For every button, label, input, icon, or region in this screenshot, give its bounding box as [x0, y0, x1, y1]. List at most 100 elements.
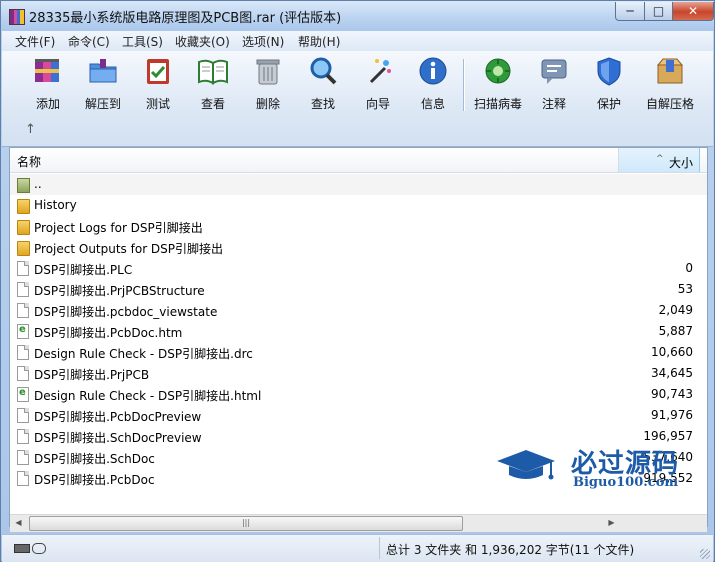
file-size: 2,049: [658, 303, 693, 317]
file-row[interactable]: History: [10, 195, 707, 216]
column-header-size[interactable]: ^ 大小: [619, 148, 700, 172]
column-header-name[interactable]: 名称: [10, 148, 619, 172]
file-size: 34,645: [651, 366, 693, 380]
protect-label: 保护: [596, 97, 621, 111]
file-name: Design Rule Check - DSP引脚接出.html: [34, 389, 262, 403]
file-row[interactable]: DSP引脚接出.PcbDocPreview 91,976: [10, 405, 707, 426]
file-icon: [17, 282, 29, 297]
sfx-button[interactable]: 自解压格: [644, 54, 696, 112]
file-size: 91,976: [651, 408, 693, 422]
delete-button[interactable]: 删除: [242, 54, 294, 112]
close-button[interactable]: ✕: [672, 2, 714, 21]
file-name: DSP引脚接出.PrjPCBStructure: [34, 284, 205, 298]
file-size: 5,887: [658, 324, 693, 338]
minimize-button[interactable]: ─: [615, 2, 645, 21]
maximize-button[interactable]: □: [644, 2, 673, 21]
winrar-app-icon: [9, 9, 25, 25]
find-button[interactable]: 查找: [297, 54, 349, 112]
parent-folder-icon: [17, 178, 30, 193]
column-size-label: 大小: [668, 156, 693, 170]
file-name: History: [34, 198, 77, 212]
test-button[interactable]: 测试: [132, 54, 184, 112]
file-size: 53: [677, 282, 693, 296]
protect-button[interactable]: 保护: [583, 54, 635, 112]
wizard-button[interactable]: 向导: [352, 54, 404, 112]
watermark: 必过源码 Biguo100.com: [495, 443, 695, 495]
extract-button[interactable]: 解压到: [77, 54, 129, 112]
menu-bar: 文件(F) 命令(C) 工具(S) 收藏夹(O) 选项(N) 帮助(H): [2, 31, 713, 51]
file-row[interactable]: Design Rule Check - DSP引脚接出.drc 10,660: [10, 342, 707, 363]
virus-scan-icon: [485, 58, 511, 84]
folder-icon: [17, 220, 30, 235]
file-name: DSP引脚接出.PcbDoc.htm: [34, 326, 183, 340]
file-row[interactable]: e Design Rule Check - DSP引脚接出.html 90,743: [10, 384, 707, 405]
file-name: DSP引脚接出.PrjPCB: [34, 368, 150, 382]
file-name: DSP引脚接出.SchDoc: [34, 452, 155, 466]
menu-options[interactable]: 选项(N): [242, 33, 284, 50]
file-row[interactable]: Project Outputs for DSP引脚接出: [10, 237, 707, 258]
file-icon: [17, 471, 29, 486]
file-name: DSP引脚接出.PcbDoc: [34, 473, 155, 487]
winrar-window: 28335最小系统版电路原理图及PCB图.rar (评估版本) ─ □ ✕ 文件…: [0, 0, 715, 562]
file-name: Project Logs for DSP引脚接出: [34, 221, 203, 235]
file-row[interactable]: DSP引脚接出.PrjPCBStructure 53: [10, 279, 707, 300]
file-row[interactable]: DSP引脚接出.PrjPCB 34,645: [10, 363, 707, 384]
file-size: 10,660: [651, 345, 693, 359]
extract-folder-icon: [89, 59, 117, 83]
file-row[interactable]: Project Logs for DSP引脚接出: [10, 216, 707, 237]
view-book-icon: [198, 59, 228, 85]
scroll-right-icon[interactable]: ▶: [603, 515, 620, 531]
menu-favorites[interactable]: 收藏夹(O): [175, 33, 230, 50]
comment-button[interactable]: 注释: [528, 54, 580, 112]
file-name: Design Rule Check - DSP引脚接出.drc: [34, 347, 253, 361]
magnifier-icon: [310, 57, 337, 85]
virus-scan-label: 扫描病毒: [473, 97, 522, 111]
html-file-icon: e: [17, 387, 29, 402]
file-name: DSP引脚接出.SchDocPreview: [34, 431, 202, 445]
add-button[interactable]: 添加: [22, 54, 74, 112]
file-row[interactable]: e DSP引脚接出.PcbDoc.htm 5,887: [10, 321, 707, 342]
scroll-left-icon[interactable]: ◀: [10, 515, 27, 531]
horizontal-scrollbar[interactable]: ◀ ||| ▶: [10, 514, 707, 532]
scroll-thumb[interactable]: |||: [29, 516, 463, 531]
file-size: 90,743: [651, 387, 693, 401]
watermark-en-text: Biguo100.com: [573, 475, 679, 490]
list-header: 名称 ^ 大小: [10, 148, 707, 173]
sfx-label: 自解压格: [645, 97, 694, 111]
add-archive-icon: [35, 59, 59, 82]
file-name: ..: [34, 177, 42, 191]
menu-help[interactable]: 帮助(H): [298, 33, 340, 50]
file-icon: [17, 408, 29, 423]
file-row[interactable]: DSP引脚接出.PLC 0: [10, 258, 707, 279]
test-clipboard-icon: [147, 59, 169, 84]
menu-commands[interactable]: 命令(C): [68, 33, 110, 50]
file-icon: [17, 429, 29, 444]
file-name: DSP引脚接出.PLC: [34, 263, 133, 277]
toolbar: 添加 解压到 测试 查看 删除 查找 向导 信息 扫描病毒 注释 保护 自解压格…: [2, 51, 713, 147]
menu-tools[interactable]: 工具(S): [122, 33, 163, 50]
status-drive-key-icon[interactable]: [14, 543, 48, 554]
file-row[interactable]: ..: [10, 174, 707, 195]
menu-file[interactable]: 文件(F): [15, 33, 55, 50]
title-bar[interactable]: 28335最小系统版电路原理图及PCB图.rar (评估版本) ─ □ ✕: [1, 1, 714, 31]
file-icon: [17, 450, 29, 465]
toolbar-separator: [463, 59, 465, 111]
file-icon: [17, 261, 29, 276]
window-title: 28335最小系统版电路原理图及PCB图.rar (评估版本): [29, 11, 342, 26]
info-button[interactable]: 信息: [407, 54, 459, 112]
view-button[interactable]: 查看: [187, 54, 239, 112]
file-icon: [17, 366, 29, 381]
file-name: Project Outputs for DSP引脚接出: [34, 242, 224, 256]
column-name-label: 名称: [17, 155, 42, 169]
file-row[interactable]: DSP引脚接出.pcbdoc_viewstate 2,049: [10, 300, 707, 321]
file-size: 196,957: [643, 429, 693, 443]
folder-icon: [17, 199, 30, 214]
resize-grip-icon[interactable]: [700, 549, 710, 559]
status-bar: 总计 3 文件夹 和 1,936,202 字节(11 个文件): [2, 534, 713, 562]
shield-icon: [597, 57, 621, 86]
trash-icon: [256, 59, 280, 85]
up-one-level-button[interactable]: ↑: [25, 122, 36, 137]
graduation-cap-icon: [497, 450, 555, 480]
sfx-box-icon: [656, 58, 684, 84]
virus-scan-button[interactable]: 扫描病毒: [472, 54, 524, 112]
